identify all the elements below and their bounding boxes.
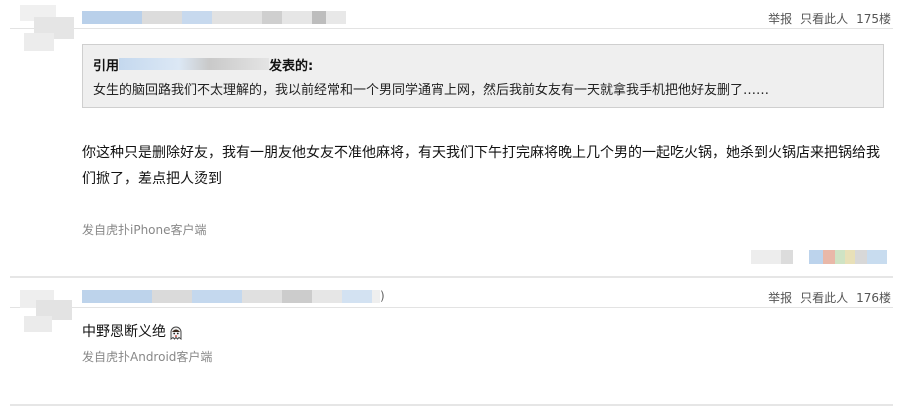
report-link[interactable]: 举报	[768, 10, 792, 27]
avatar-blurred[interactable]	[20, 286, 80, 334]
ghost-emoji-icon	[168, 324, 184, 340]
post-header: 举报 只看此人 175楼	[10, 7, 893, 29]
post-meta: 举报 只看此人 175楼	[768, 10, 891, 27]
only-view-this-user-link[interactable]: 只看此人	[800, 10, 848, 27]
post-content: 你这种只是删除好友，我有一朋友他女友不准他麻将，有天我们下午打完麻将晚上几个男的…	[82, 145, 880, 187]
reply-post: ) 举报 只看此人 176楼 中野恩断义绝 发自虎扑Android客户端	[10, 282, 893, 402]
post-actions-blurred[interactable]	[751, 250, 887, 264]
username-blurred[interactable]	[82, 11, 346, 24]
report-link[interactable]: 举报	[768, 289, 792, 306]
quote-prefix: 引用	[93, 58, 120, 74]
post-header: ) 举报 只看此人 176楼	[10, 286, 893, 308]
only-view-this-user-link[interactable]: 只看此人	[800, 289, 848, 306]
post-meta: 举报 只看此人 176楼	[768, 289, 891, 306]
reply-post: 举报 只看此人 175楼 引用 发表的: 女生的脑回路我们不太理解的，我以前经常…	[10, 0, 893, 276]
post-divider	[10, 276, 893, 278]
quote-header: 引用 发表的:	[93, 55, 873, 74]
quoted-username-blurred[interactable]	[119, 58, 270, 70]
post-content: 中野恩断义绝	[82, 319, 782, 345]
post-source: 发自虎扑iPhone客户端	[82, 223, 207, 237]
username-blurred[interactable]: )	[82, 290, 385, 303]
floor-number: 175楼	[856, 12, 891, 26]
avatar-blurred[interactable]	[20, 5, 80, 53]
quote-suffix: 发表的:	[269, 58, 314, 74]
post-source: 发自虎扑Android客户端	[82, 350, 213, 364]
quote-text: 女生的脑回路我们不太理解的，我以前经常和一个男同学通宵上网，然后我前女友有一天就…	[93, 83, 770, 98]
floor-number: 176楼	[856, 291, 891, 305]
quote-block: 引用 发表的: 女生的脑回路我们不太理解的，我以前经常和一个男同学通宵上网，然后…	[82, 44, 884, 108]
username-tail: )	[380, 289, 385, 303]
post-content-text: 中野恩断义绝	[82, 324, 166, 340]
post-divider	[10, 404, 893, 406]
